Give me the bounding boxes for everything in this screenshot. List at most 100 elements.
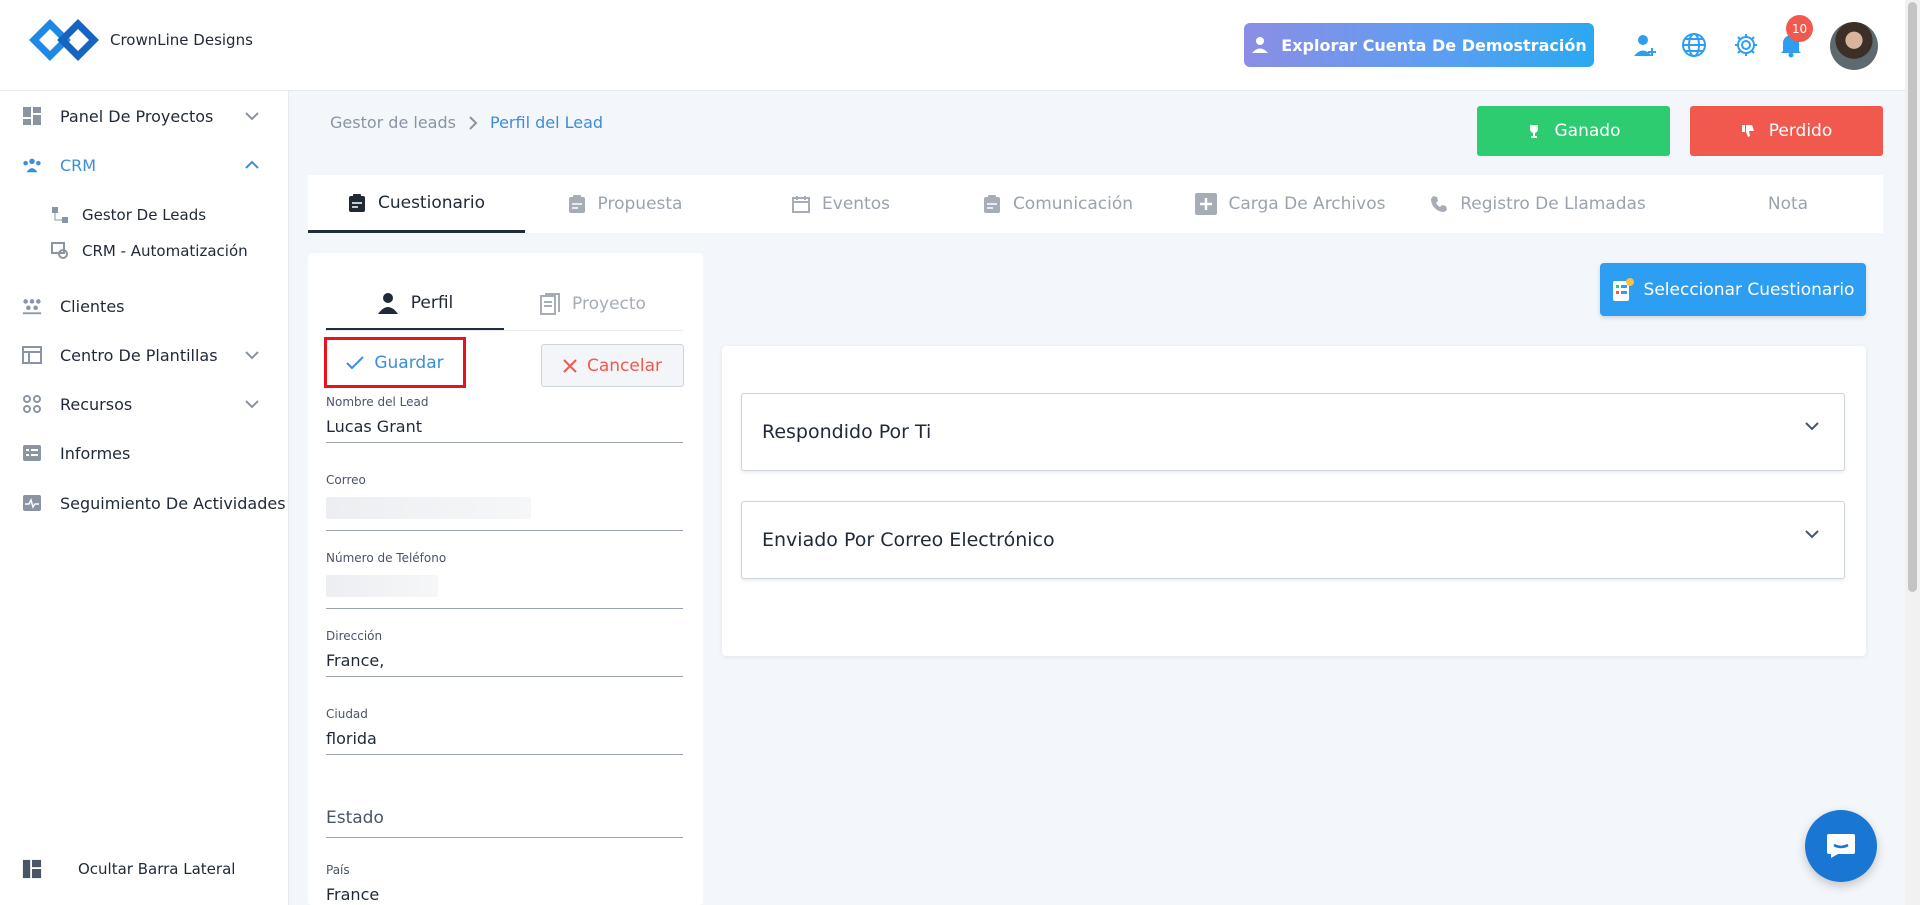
communication-icon: [983, 195, 1000, 213]
hide-sidebar-button[interactable]: Ocultar Barra Lateral: [22, 859, 235, 879]
calendar-icon: [792, 196, 811, 213]
trophy-icon: [1529, 125, 1538, 138]
tab-questionnaire[interactable]: Cuestionario: [308, 175, 525, 233]
person-icon: [377, 292, 398, 314]
sidebar-item-label: Clientes: [60, 296, 125, 316]
tab-label: Carga De Archivos: [1228, 194, 1386, 214]
phone-field[interactable]: Número de Teléfono: [326, 551, 683, 609]
add-user-icon[interactable]: [1630, 30, 1660, 60]
accordion-title: Respondido Por Ti: [762, 421, 932, 443]
tab-call-log[interactable]: Registro De Llamadas: [1423, 175, 1653, 233]
field-label: Ciudad: [326, 707, 368, 721]
chevron-down-icon: [1805, 530, 1819, 539]
phone-input[interactable]: [326, 597, 683, 609]
tab-label: Propuesta: [597, 194, 683, 214]
chevron-up-icon: [245, 160, 259, 169]
sidebar-item-activity[interactable]: Seguimiento De Actividades: [22, 493, 286, 513]
check-icon: [346, 355, 365, 369]
dashboard-icon: [22, 106, 42, 126]
address-field[interactable]: Dirección France,: [326, 629, 683, 677]
tab-events[interactable]: Eventos: [741, 175, 941, 233]
chevron-down-icon: [245, 112, 259, 121]
thumbs-down-icon: [1741, 125, 1754, 137]
tab-communication[interactable]: Comunicación: [958, 175, 1158, 233]
phone-icon: [1431, 196, 1448, 212]
gear-icon[interactable]: [1731, 30, 1761, 60]
sidebar-sub-leads[interactable]: Gestor De Leads: [50, 205, 206, 225]
sidebar-item-templates[interactable]: Centro De Plantillas: [22, 345, 259, 365]
field-label: Nombre del Lead: [326, 395, 429, 409]
sidebar-item-crm[interactable]: CRM: [22, 155, 259, 175]
country-input[interactable]: France: [326, 885, 683, 905]
select-questionnaire-button[interactable]: Seleccionar Cuestionario: [1600, 263, 1866, 316]
avatar[interactable]: [1830, 22, 1878, 70]
close-icon: [563, 358, 577, 373]
sidebar-item-reports[interactable]: Informes: [22, 443, 130, 463]
lost-button[interactable]: Perdido: [1690, 106, 1883, 156]
tab-label: Proyecto: [572, 294, 646, 314]
lost-label: Perdido: [1768, 121, 1833, 141]
address-input[interactable]: France,: [326, 651, 683, 677]
resources-icon: [22, 394, 42, 414]
state-field[interactable]: Estado: [326, 808, 683, 838]
automation-icon: [50, 241, 70, 261]
sidebar-item-label: Recursos: [60, 394, 133, 414]
lead-name-input[interactable]: Lucas Grant: [326, 417, 683, 443]
tab-proposal[interactable]: Propuesta: [525, 175, 725, 233]
hide-sidebar-label: Ocultar Barra Lateral: [78, 860, 236, 878]
breadcrumb-current: Perfil del Lead: [489, 113, 604, 132]
tab-note[interactable]: Nota: [1693, 175, 1883, 233]
sidebar-item-resources[interactable]: Recursos: [22, 394, 259, 414]
breadcrumb-parent[interactable]: Gestor de leads: [330, 113, 456, 132]
activity-icon: [22, 493, 42, 513]
sidebar: Panel De Proyectos CRM Gestor De Leads C…: [0, 91, 289, 905]
tab-label: Nota: [1767, 194, 1809, 214]
sidebar-item-label: Panel De Proyectos: [60, 106, 214, 126]
city-field[interactable]: Ciudad florida: [326, 707, 683, 755]
won-button[interactable]: Ganado: [1477, 106, 1670, 156]
breadcrumb: Gestor de leads Perfil del Lead: [330, 113, 603, 132]
explore-demo-button[interactable]: Explorar Cuenta De Demostración: [1244, 23, 1594, 67]
tab-project[interactable]: Proyecto: [504, 277, 682, 331]
email-field[interactable]: Correo: [326, 473, 683, 531]
accordion-answered[interactable]: Respondido Por Ti: [741, 393, 1845, 471]
template-icon: [22, 345, 42, 365]
sidebar-sub-automation[interactable]: CRM - Automatización: [50, 241, 248, 261]
sidebar-item-label: Informes: [60, 443, 131, 463]
state-input[interactable]: Estado: [326, 808, 683, 838]
clients-icon: [22, 296, 42, 316]
field-label: Número de Teléfono: [326, 551, 447, 565]
project-icon: [540, 293, 561, 315]
country-field[interactable]: País France: [326, 863, 683, 905]
tab-label: Cuestionario: [377, 192, 486, 213]
clipboard-icon: [348, 193, 365, 212]
sidebar-item-projects[interactable]: Panel De Proyectos: [22, 106, 259, 126]
accordion-emailed[interactable]: Enviado Por Correo Electrónico: [741, 501, 1845, 579]
sidebar-item-clients[interactable]: Clientes: [22, 296, 125, 316]
page-scrollbar[interactable]: [1905, 0, 1920, 905]
lead-name-field[interactable]: Nombre del Lead Lucas Grant: [326, 395, 683, 443]
crm-icon: [22, 155, 42, 175]
scrollbar-thumb[interactable]: [1908, 2, 1917, 592]
email-input[interactable]: [326, 519, 683, 531]
sidebar-item-label: CRM: [60, 155, 97, 175]
tab-file-upload[interactable]: Carga De Archivos: [1190, 175, 1390, 233]
logo[interactable]: CrownLine Designs: [28, 12, 253, 68]
tab-divider: [326, 330, 683, 331]
reports-icon: [22, 443, 42, 463]
city-input[interactable]: florida: [326, 729, 683, 755]
field-label: Dirección: [326, 629, 383, 643]
cancel-label: Cancelar: [587, 355, 662, 376]
tab-profile[interactable]: Perfil: [326, 277, 504, 331]
select-questionnaire-label: Seleccionar Cuestionario: [1643, 279, 1855, 300]
save-button[interactable]: Guardar: [324, 337, 466, 388]
save-label: Guardar: [374, 352, 444, 373]
cancel-button[interactable]: Cancelar: [541, 344, 684, 387]
chevron-down-icon: [245, 351, 259, 360]
explore-demo-label: Explorar Cuenta De Demostración: [1281, 35, 1587, 55]
chat-button[interactable]: [1805, 810, 1877, 882]
plus-square-icon: [1194, 193, 1217, 215]
globe-icon[interactable]: [1679, 30, 1709, 60]
brand-name: CrownLine Designs: [110, 31, 253, 49]
accordion-title: Enviado Por Correo Electrónico: [762, 529, 1055, 551]
